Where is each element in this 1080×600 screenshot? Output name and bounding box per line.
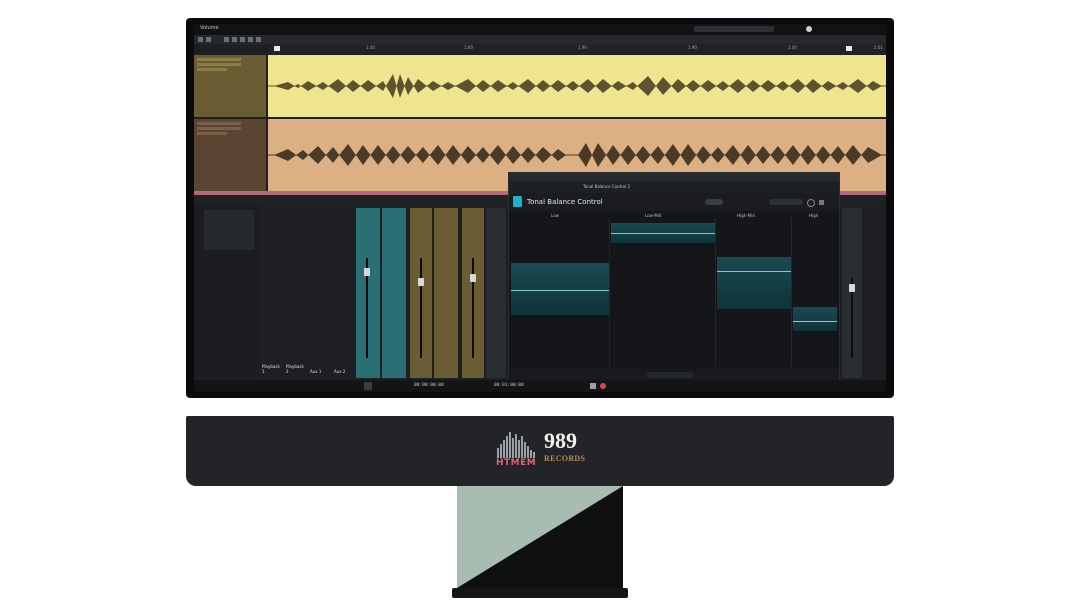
menu-app-label[interactable]: Volume	[200, 25, 219, 31]
plugin-titlebar[interactable]	[509, 173, 839, 181]
mixer-strip[interactable]	[434, 208, 458, 378]
band-label-low: Low	[551, 213, 559, 218]
timeline-ruler[interactable]: 1.00 1.60 1.90 1.90 2.00 2.01	[268, 44, 886, 54]
mixer-strip[interactable]: Playback 2	[284, 208, 306, 378]
add-track-icon[interactable]	[256, 37, 261, 42]
equalizer-bars-icon	[497, 432, 535, 458]
menu-bar: Volume	[194, 24, 886, 35]
track-output-field[interactable]	[197, 132, 227, 135]
ruler-number: 1.60	[464, 45, 473, 50]
brand-logo: HTMEM 989 RECORDS	[496, 430, 588, 474]
mixer-strip[interactable]	[486, 208, 506, 378]
mixer-strip[interactable]	[410, 208, 432, 378]
track-input-field[interactable]	[197, 127, 241, 130]
logo-989-text: 989	[544, 428, 577, 453]
select-tool-icon[interactable]	[198, 37, 203, 42]
channel-list[interactable]	[204, 210, 254, 250]
monitor-stand	[457, 486, 623, 588]
paint-tool-icon[interactable]	[240, 37, 245, 42]
track-output-field[interactable]	[197, 68, 227, 71]
track-header-2[interactable]	[194, 119, 266, 191]
loop-start-marker[interactable]	[274, 46, 280, 51]
htmem-logo-text: HTMEM	[496, 458, 537, 468]
mute-tool-icon[interactable]	[248, 37, 253, 42]
band-divider	[791, 217, 792, 367]
mixer-strip[interactable]: Playback 1	[260, 208, 282, 378]
user-icon[interactable]	[806, 26, 812, 32]
fader-handle[interactable]	[470, 274, 476, 282]
eraser-tool-icon[interactable]	[232, 37, 237, 42]
mixer-strip[interactable]: Aux 1	[308, 208, 330, 378]
audio-clip-1[interactable]	[268, 55, 886, 117]
play-icon[interactable]	[590, 383, 596, 389]
right-channel-panel	[840, 208, 886, 378]
band-level-low-mid	[611, 233, 715, 234]
target-range-high-mid	[717, 257, 791, 309]
target-dropdown[interactable]	[769, 199, 803, 205]
ruler-number: 1.90	[688, 45, 697, 50]
transport-bar: 00:00:00:00 00:01:00:00	[194, 380, 886, 392]
band-level-low	[511, 290, 609, 291]
band-label-high: High	[809, 213, 819, 218]
plugin-tab[interactable]: Tonal Balance Control 2	[583, 184, 630, 189]
mixer-strip[interactable]	[842, 208, 862, 378]
strip-name: Playback 1	[262, 364, 280, 374]
band-divider	[609, 217, 610, 367]
strip-name: Aux 1	[310, 369, 322, 374]
compare-button[interactable]	[705, 199, 723, 205]
fader-track	[472, 258, 474, 358]
mixer-strip[interactable]	[356, 208, 380, 378]
fader-track	[420, 258, 422, 358]
loop-end-marker[interactable]	[846, 46, 852, 51]
track-name-field[interactable]	[197, 122, 241, 125]
izotope-logo-icon	[513, 196, 522, 207]
track-header-1[interactable]	[194, 55, 266, 117]
status-display	[694, 26, 774, 32]
band-label-low-mid: Low-Mid	[645, 213, 662, 218]
target-range-high	[793, 307, 837, 331]
waveform-1	[268, 74, 886, 98]
mixer-strip[interactable]	[382, 208, 406, 378]
record-icon[interactable]	[600, 383, 606, 389]
rewind-icon[interactable]	[364, 382, 372, 390]
ruler-number: 2.00	[788, 45, 797, 50]
mixer-strip[interactable]: Aux 2	[332, 208, 354, 378]
strip-name: Playback 2	[286, 364, 304, 374]
track-name-field[interactable]	[197, 58, 241, 61]
strip-name: Aux 2	[334, 369, 346, 374]
target-range-low	[511, 263, 609, 315]
fader-handle[interactable]	[364, 268, 370, 276]
ruler-number: 1.90	[578, 45, 587, 50]
records-logo-text: RECORDS	[544, 454, 586, 463]
monitor-stand-base	[452, 588, 628, 598]
ruler-number: 1.00	[366, 45, 375, 50]
fader-handle[interactable]	[418, 278, 424, 286]
plugin-tabs: Tonal Balance Control 2	[509, 181, 839, 193]
mixer-channel-list	[194, 206, 260, 378]
track-input-field[interactable]	[197, 63, 241, 66]
settings-icon[interactable]	[807, 199, 815, 207]
plugin-window: Tonal Balance Control 2 Tonal Balance Co…	[508, 172, 840, 382]
timecode-display: 00:00:00:00	[414, 383, 444, 388]
help-icon[interactable]	[819, 200, 824, 205]
range-tool-icon[interactable]	[206, 37, 211, 42]
timecode-end-display: 00:01:00:00	[494, 383, 524, 388]
fader-handle[interactable]	[849, 284, 855, 292]
band-level-high	[793, 321, 837, 322]
ruler-number: 2.01	[874, 45, 883, 50]
band-divider	[715, 217, 716, 367]
toolbar	[194, 35, 886, 44]
band-level-high-mid	[717, 271, 791, 272]
band-label-high-mid: High-Mid	[737, 213, 755, 218]
plugin-title: Tonal Balance Control	[527, 198, 603, 206]
split-tool-icon[interactable]	[224, 37, 229, 42]
mode-dropdown[interactable]	[647, 372, 693, 378]
daw-screen: Volume 1.00 1.60 1.90 1.90 2.00 2.01 Pla…	[194, 24, 886, 392]
mixer-strip[interactable]	[462, 208, 484, 378]
